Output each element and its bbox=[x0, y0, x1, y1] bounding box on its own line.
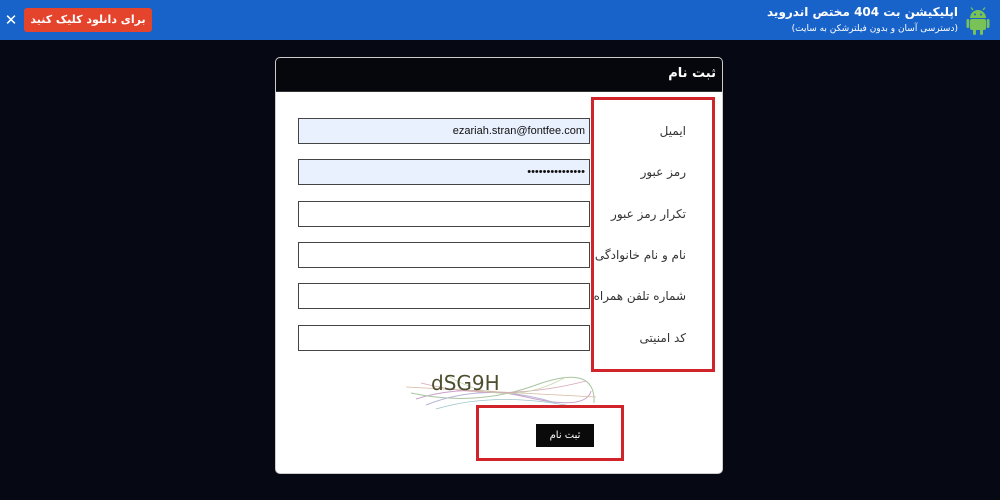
full-name-field[interactable] bbox=[298, 242, 590, 268]
page-title: ثبت نام bbox=[668, 66, 716, 81]
confirm-password-field[interactable] bbox=[298, 201, 590, 227]
banner-title: اپلیکیشن بت 404 مختص اندروید bbox=[767, 5, 958, 19]
close-icon[interactable]: ✕ bbox=[4, 11, 18, 29]
password-field[interactable]: ••••••••••••••• bbox=[298, 159, 590, 185]
app-download-banner: ✕ برای دانلود کلیک کنید اپلیکیشن بت 404 … bbox=[0, 0, 1000, 40]
register-button[interactable]: ثبت نام bbox=[536, 424, 594, 447]
registration-card: ثبت نام ezariah.stran@fontfee.com ••••••… bbox=[275, 57, 723, 474]
captcha-image: dSG9H bbox=[406, 371, 596, 410]
phone-field[interactable] bbox=[298, 283, 590, 309]
email-field[interactable]: ezariah.stran@fontfee.com bbox=[298, 118, 590, 144]
android-icon bbox=[966, 7, 990, 35]
card-header: ثبت نام bbox=[276, 58, 722, 92]
captcha-text: dSG9H bbox=[431, 371, 500, 395]
captcha-input[interactable] bbox=[298, 325, 590, 351]
labels-highlight bbox=[591, 97, 715, 372]
download-button[interactable]: برای دانلود کلیک کنید bbox=[24, 8, 152, 32]
banner-subtitle: (دسترسی آسان و بدون فیلترشکن به سایت) bbox=[791, 24, 958, 34]
